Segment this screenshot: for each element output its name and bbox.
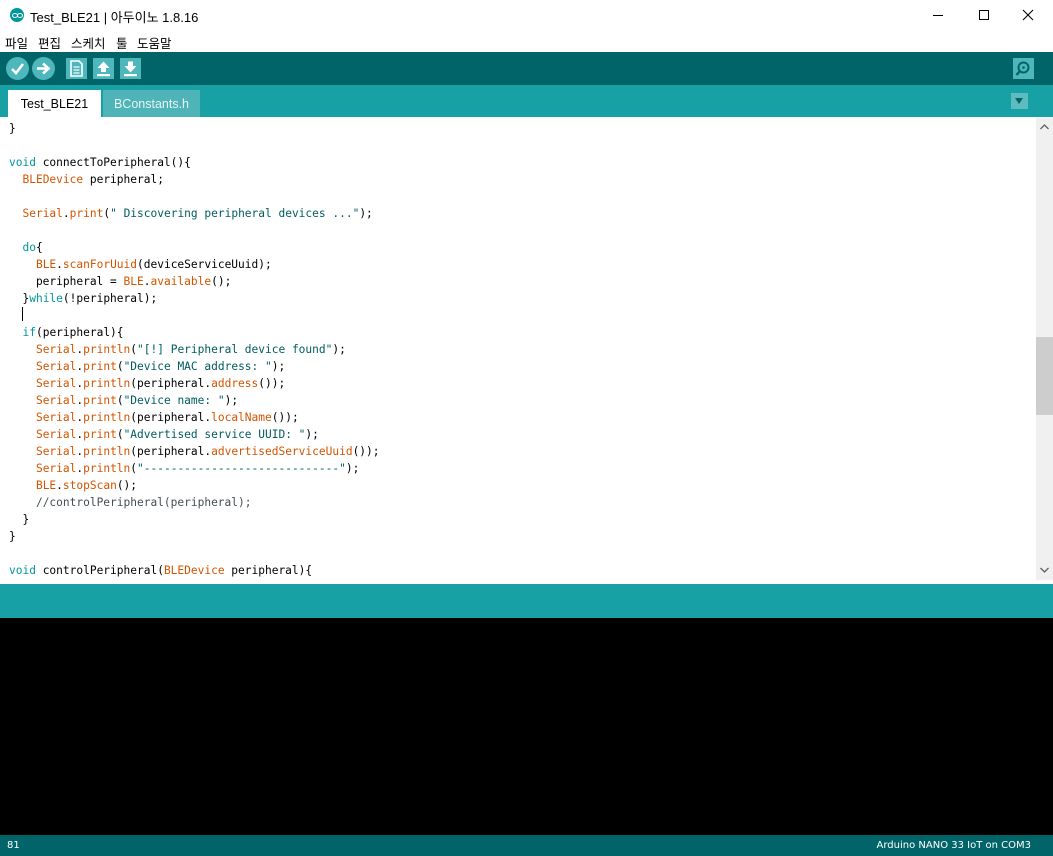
serial-monitor-icon [1015,61,1030,76]
close-button[interactable] [1005,0,1051,30]
tab-bar: Test_BLE21 BConstants.h [0,85,1053,117]
save-sketch-icon [124,61,137,77]
status-bar: 81 Arduino NANO 33 IoT on COM3 [0,835,1053,856]
menu-file[interactable]: 파일 [5,33,28,52]
board-port-info: Arduino NANO 33 IoT on COM3 [876,840,1031,851]
code-text[interactable]: } void connectToPeripheral(){ BLEDevice … [9,120,380,579]
open-sketch-button[interactable] [93,58,114,79]
tab-test-ble21[interactable]: Test_BLE21 [8,90,101,117]
menu-edit[interactable]: 편집 [38,33,61,52]
scroll-down-icon[interactable] [1036,563,1053,577]
arduino-logo-icon [10,8,24,22]
line-number: 81 [7,840,20,851]
close-icon [1022,9,1034,21]
title-bar: Test_BLE21 | 아두이노 1.8.16 [0,0,1053,30]
minimize-icon [933,15,943,16]
new-sketch-icon [70,60,83,77]
tab-menu-dropdown-icon[interactable] [1011,93,1028,109]
window-title: Test_BLE21 | 아두이노 1.8.16 [30,10,199,25]
upload-button[interactable] [32,57,55,80]
text-caret [22,307,24,321]
menu-bar: 파일 편집 스케치 툴 도움말 [0,30,1053,51]
verify-icon [11,63,25,75]
tab-bconstants[interactable]: BConstants.h [103,90,200,117]
code-editor[interactable]: } void connectToPeripheral(){ BLEDevice … [0,117,1036,580]
open-sketch-icon [97,61,110,77]
menu-tools[interactable]: 툴 [116,33,128,52]
upload-icon [37,62,51,75]
minimize-button[interactable] [915,0,961,30]
toolbar [0,52,1053,85]
menu-help[interactable]: 도움말 [137,33,172,52]
new-sketch-button[interactable] [66,58,87,79]
scroll-up-icon[interactable] [1036,120,1053,134]
save-sketch-button[interactable] [120,58,141,79]
menu-sketch[interactable]: 스케치 [71,33,106,52]
maximize-icon [979,10,989,20]
serial-monitor-button[interactable] [1013,58,1034,79]
message-area [0,584,1053,618]
editor-scrollbar[interactable] [1036,117,1053,580]
maximize-button[interactable] [961,0,1007,30]
console-output[interactable] [0,618,1053,835]
scrollbar-thumb[interactable] [1036,337,1053,415]
verify-button[interactable] [6,57,29,80]
